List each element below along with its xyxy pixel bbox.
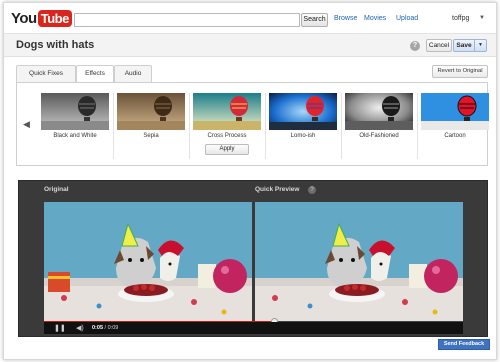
quick-preview-label: Quick Preview xyxy=(255,186,300,193)
balloon-thumbnail xyxy=(269,93,337,130)
logo-tube: Tube xyxy=(37,9,72,27)
balloon-thumbnail xyxy=(421,93,489,130)
masthead: You Tube Search Browse Movies Upload tof… xyxy=(4,3,496,33)
balloon-thumbnail xyxy=(345,93,413,130)
time-total: 0:09 xyxy=(107,324,119,331)
page-title: Dogs with hats xyxy=(16,39,95,51)
user-menu[interactable]: toffpg xyxy=(452,15,469,22)
time-current: 0:05 xyxy=(92,324,104,331)
original-label: Original xyxy=(44,186,69,193)
editor-window: You Tube Search Browse Movies Upload tof… xyxy=(3,2,497,360)
save-button[interactable]: Save xyxy=(453,39,475,52)
help-icon[interactable]: ? xyxy=(410,41,420,51)
preview-area: Original Quick Preview ? ❚❚ ◀) 0:05 / 0:… xyxy=(18,180,488,337)
nav-movies-link[interactable]: Movies xyxy=(364,15,386,22)
divider xyxy=(113,93,114,159)
title-bar: Dogs with hats ? Cancel Save ▼ xyxy=(4,33,496,57)
balloon-thumbnail xyxy=(41,93,109,130)
effect-label: Cartoon xyxy=(444,133,466,139)
effects-carousel: Black and White Sepia Cross Process Appl… xyxy=(33,93,489,159)
divider xyxy=(189,93,190,159)
volume-icon[interactable]: ◀) xyxy=(76,324,84,332)
tab-audio[interactable]: Audio xyxy=(114,65,152,82)
pause-icon[interactable]: ❚❚ xyxy=(54,324,66,332)
tab-effects[interactable]: Effects xyxy=(76,65,114,83)
divider xyxy=(341,93,342,159)
time-display: 0:05 / 0:09 xyxy=(92,325,118,331)
effect-old-fashioned[interactable]: Old-Fashioned xyxy=(345,93,413,159)
effects-panel: ◀ ▶ Black and White xyxy=(16,82,489,166)
help-icon[interactable]: ? xyxy=(308,186,316,194)
nav-browse-link[interactable]: Browse xyxy=(334,15,357,22)
revert-to-original-button[interactable]: Revert to Original xyxy=(432,65,488,78)
quick-preview-video[interactable] xyxy=(255,202,463,322)
effect-sepia[interactable]: Sepia xyxy=(117,93,185,159)
balloon-thumbnail xyxy=(193,93,261,130)
divider xyxy=(265,93,266,159)
scroll-left-arrow-icon[interactable]: ◀ xyxy=(23,119,30,130)
effect-lomo-ish[interactable]: Lomo-ish xyxy=(269,93,337,159)
youtube-logo[interactable]: You Tube xyxy=(11,7,72,29)
divider xyxy=(417,93,418,159)
tab-quick-fixes[interactable]: Quick Fixes xyxy=(16,65,76,82)
apply-button[interactable]: Apply xyxy=(205,144,249,155)
send-feedback-button[interactable]: Send Feedback xyxy=(438,339,490,350)
balloon-thumbnail xyxy=(117,93,185,130)
cancel-button[interactable]: Cancel xyxy=(426,39,452,52)
chevron-down-icon[interactable]: ▼ xyxy=(479,15,485,21)
effect-label: Sepia xyxy=(143,133,159,139)
effect-label: Old-Fashioned xyxy=(359,133,399,139)
nav-upload-link[interactable]: Upload xyxy=(396,15,418,22)
search-input[interactable] xyxy=(74,13,300,27)
effect-label: Black and White xyxy=(53,133,97,139)
save-options-button[interactable]: ▼ xyxy=(475,39,487,52)
original-video[interactable] xyxy=(44,202,252,322)
effect-cross-process[interactable]: Cross Process Apply xyxy=(193,93,261,159)
logo-you: You xyxy=(11,9,37,27)
effect-label: Cross Process xyxy=(207,133,247,139)
effect-black-and-white[interactable]: Black and White xyxy=(41,93,109,159)
player-controls: ❚❚ ◀) 0:05 / 0:09 xyxy=(44,322,463,334)
effect-label: Lomo-ish xyxy=(290,133,316,139)
effect-cartoon[interactable]: Cartoon xyxy=(421,93,489,159)
search-button[interactable]: Search xyxy=(301,13,328,27)
